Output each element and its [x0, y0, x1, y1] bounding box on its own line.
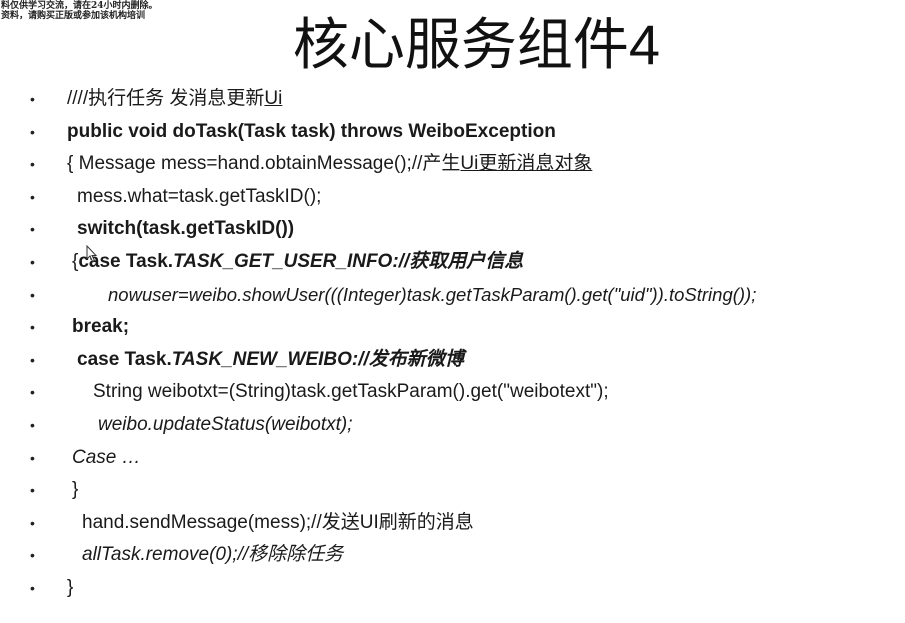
- code-line: switch(task.getTaskID()): [77, 218, 295, 240]
- code-line: case Task.TASK_NEW_WEIBO://发布新微博: [77, 348, 464, 370]
- code-line: }: [67, 576, 74, 598]
- bullet-icon: •: [30, 253, 35, 270]
- slide-title-number: 4: [628, 13, 661, 76]
- list-item: • Case …: [0, 442, 905, 475]
- bullet-icon: •: [30, 91, 35, 107]
- code-bullet-list: • ////执行任务 发消息更新Ui • public void doTask(…: [0, 83, 905, 605]
- code-line: nowuser=weibo.showUser(((Integer)task.ge…: [108, 283, 757, 305]
- bullet-icon: •: [30, 123, 35, 140]
- list-item: • switch(task.getTaskID()): [0, 213, 905, 246]
- list-item: • }: [0, 572, 905, 605]
- list-item: • hand.sendMessage(mess);//发送UI刷新的消息: [0, 507, 905, 540]
- slide-title: 核心服务组件4: [0, 6, 905, 85]
- bullet-icon: •: [30, 579, 35, 596]
- list-item: • weibo.updateStatus(weibotxt);: [0, 409, 905, 442]
- bullet-icon: •: [30, 514, 35, 531]
- bullet-icon: •: [30, 221, 35, 238]
- list-item: • {case Task.TASK_GET_USER_INFO://获取用户信息: [0, 246, 905, 279]
- code-line: hand.sendMessage(mess);//发送UI刷新的消息: [82, 511, 474, 533]
- code-line: break;: [72, 316, 130, 338]
- list-item: • mess.what=task.getTaskID();: [0, 181, 905, 214]
- list-item: • }: [0, 474, 905, 507]
- list-item: • { Message mess=hand.obtainMessage();//…: [0, 148, 905, 181]
- code-line: weibo.updateStatus(weibotxt);: [98, 413, 353, 435]
- bullet-icon: •: [30, 416, 35, 433]
- bullet-icon: •: [30, 351, 35, 368]
- list-item: • case Task.TASK_NEW_WEIBO://发布新微博: [0, 344, 905, 377]
- bullet-icon: •: [30, 188, 35, 205]
- list-item: • public void doTask(Task task) throws W…: [0, 116, 905, 149]
- list-item: • allTask.remove(0);//移除除任务: [0, 539, 905, 572]
- bullet-icon: •: [30, 547, 35, 564]
- bullet-icon: •: [30, 286, 35, 303]
- code-line: String weibotxt=(String)task.getTaskPara…: [93, 381, 609, 403]
- list-item: • break;: [0, 311, 905, 344]
- bullet-icon: •: [30, 449, 35, 466]
- list-item: • nowuser=weibo.showUser(((Integer)task.…: [0, 279, 905, 312]
- bullet-icon: •: [30, 319, 35, 336]
- mouse-cursor-icon: [86, 245, 98, 263]
- code-line: mess.what=task.getTaskID();: [77, 185, 322, 207]
- list-item: • ////执行任务 发消息更新Ui: [0, 83, 905, 116]
- slide-title-text: 核心服务组件: [292, 13, 629, 78]
- code-line: {case Task.TASK_GET_USER_INFO://获取用户信息: [72, 250, 524, 272]
- bullet-icon: •: [30, 482, 35, 499]
- code-line: Case …: [72, 446, 141, 468]
- bullet-icon: •: [30, 156, 35, 173]
- code-line: { Message mess=hand.obtainMessage();//产生…: [67, 153, 593, 175]
- code-line: }: [72, 479, 79, 501]
- code-line: ////执行任务 发消息更新Ui: [67, 88, 283, 109]
- bullet-icon: •: [30, 384, 35, 401]
- code-line: allTask.remove(0);//移除除任务: [82, 544, 344, 566]
- list-item: • String weibotxt=(String)task.getTaskPa…: [0, 376, 905, 409]
- code-line: public void doTask(Task task) throws Wei…: [67, 120, 556, 142]
